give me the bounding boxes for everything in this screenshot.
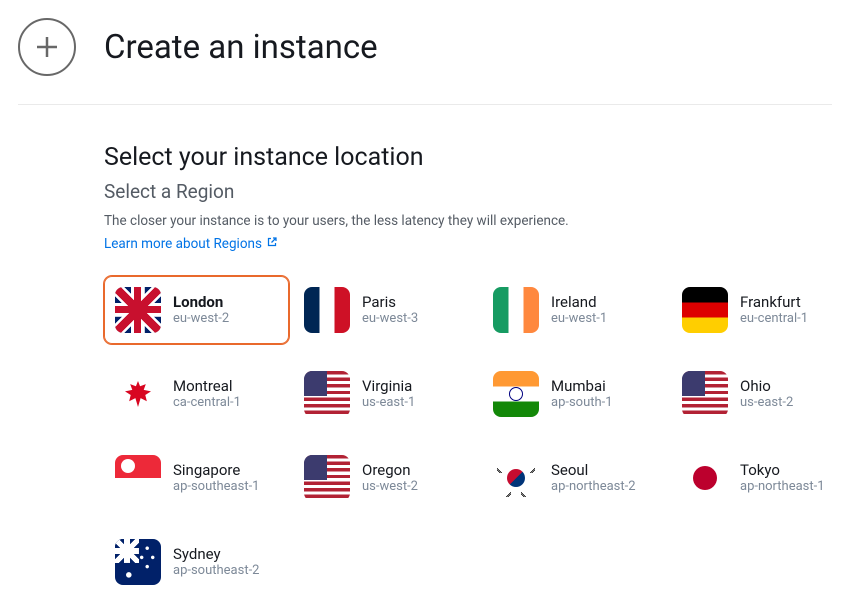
flag-icon [682, 455, 728, 501]
learn-more-label: Learn more about Regions [104, 236, 262, 252]
region-name: Mumbai [551, 377, 613, 396]
region-name: Seoul [551, 461, 636, 480]
section-subtitle: Select a Region [104, 180, 832, 203]
region-text: Irelandeu-west-1 [551, 293, 607, 328]
region-card-ap-southeast-1[interactable]: Singaporeap-southeast-1 [104, 444, 289, 512]
flag-icon [682, 287, 728, 333]
region-text: Frankfurteu-central-1 [740, 293, 808, 328]
region-card-us-west-2[interactable]: Oregonus-west-2 [293, 444, 478, 512]
region-code: eu-west-2 [173, 311, 229, 327]
region-name: Tokyo [740, 461, 825, 480]
region-text: Sydneyap-southeast-2 [173, 545, 260, 580]
flag-icon [304, 455, 350, 501]
flag-icon [115, 287, 161, 333]
region-card-eu-central-1[interactable]: Frankfurteu-central-1 [671, 276, 850, 344]
region-code: eu-west-3 [362, 311, 418, 327]
region-text: Mumbaiap-south-1 [551, 377, 613, 412]
flag-icon [115, 455, 161, 501]
region-card-us-east-2[interactable]: Ohious-east-2 [671, 360, 850, 428]
location-section: Select your instance location Select a R… [18, 105, 832, 596]
region-code: ap-southeast-1 [173, 479, 260, 495]
region-text: Londoneu-west-2 [173, 293, 229, 328]
page-title: Create an instance [104, 28, 378, 67]
region-name: Montreal [173, 377, 241, 396]
flag-icon [115, 539, 161, 585]
page-header: Create an instance [18, 18, 832, 105]
help-text: The closer your instance is to your user… [104, 213, 832, 229]
region-code: ap-northeast-1 [740, 479, 825, 495]
region-code: us-east-1 [362, 395, 415, 411]
flag-icon [493, 287, 539, 333]
flag-icon [493, 371, 539, 417]
region-card-eu-west-2[interactable]: Londoneu-west-2 [104, 276, 289, 344]
region-name: Paris [362, 293, 418, 312]
flag-icon [115, 371, 161, 417]
region-card-us-east-1[interactable]: Virginiaus-east-1 [293, 360, 478, 428]
region-text: Pariseu-west-3 [362, 293, 418, 328]
region-code: us-west-2 [362, 479, 418, 495]
external-link-icon [266, 236, 278, 252]
flag-icon [304, 371, 350, 417]
region-text: Seoulap-northeast-2 [551, 461, 636, 496]
region-code: ca-central-1 [173, 395, 241, 411]
region-name: Oregon [362, 461, 418, 480]
plus-icon [18, 18, 76, 76]
flag-icon [493, 455, 539, 501]
region-name: Sydney [173, 545, 260, 564]
region-name: Virginia [362, 377, 415, 396]
section-title: Select your instance location [104, 143, 832, 172]
flag-icon [682, 371, 728, 417]
region-card-ap-south-1[interactable]: Mumbaiap-south-1 [482, 360, 667, 428]
region-name: Ohio [740, 377, 793, 396]
region-card-eu-west-1[interactable]: Irelandeu-west-1 [482, 276, 667, 344]
region-code: us-east-2 [740, 395, 793, 411]
region-grid: Londoneu-west-2Pariseu-west-3Irelandeu-w… [104, 276, 832, 596]
region-code: eu-west-1 [551, 311, 607, 327]
region-code: ap-northeast-2 [551, 479, 636, 495]
region-code: ap-southeast-2 [173, 563, 260, 579]
region-code: ap-south-1 [551, 395, 613, 411]
region-code: eu-central-1 [740, 311, 808, 327]
learn-more-link[interactable]: Learn more about Regions [104, 236, 278, 252]
region-text: Ohious-east-2 [740, 377, 793, 412]
region-text: Montrealca-central-1 [173, 377, 241, 412]
region-name: London [173, 293, 229, 312]
region-text: Oregonus-west-2 [362, 461, 418, 496]
region-name: Frankfurt [740, 293, 808, 312]
region-text: Tokyoap-northeast-1 [740, 461, 825, 496]
region-card-ap-northeast-2[interactable]: Seoulap-northeast-2 [482, 444, 667, 512]
region-text: Virginiaus-east-1 [362, 377, 415, 412]
region-name: Singapore [173, 461, 260, 480]
region-card-ap-southeast-2[interactable]: Sydneyap-southeast-2 [104, 528, 289, 596]
region-card-eu-west-3[interactable]: Pariseu-west-3 [293, 276, 478, 344]
region-text: Singaporeap-southeast-1 [173, 461, 260, 496]
flag-icon [304, 287, 350, 333]
region-card-ap-northeast-1[interactable]: Tokyoap-northeast-1 [671, 444, 850, 512]
region-name: Ireland [551, 293, 607, 312]
region-card-ca-central-1[interactable]: Montrealca-central-1 [104, 360, 289, 428]
